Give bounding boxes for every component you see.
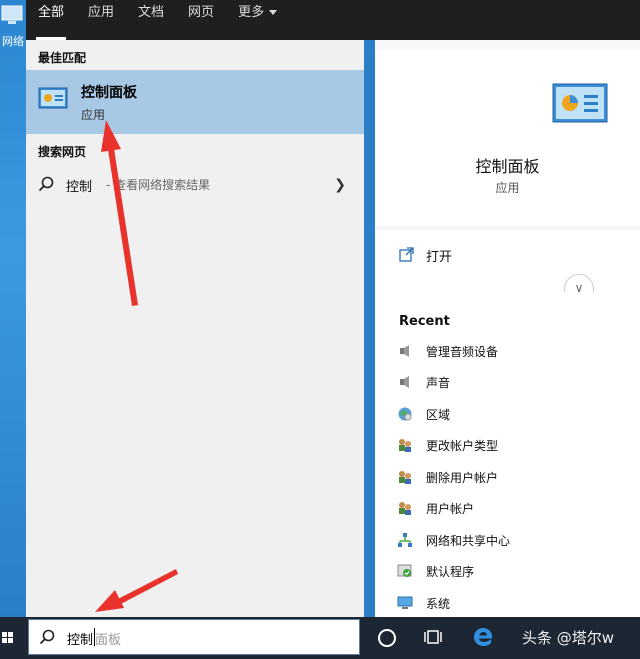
control-panel-icon	[38, 87, 68, 109]
recent-item-label: 声音	[426, 375, 451, 390]
users-icon	[399, 471, 411, 484]
recent-item-label: 区域	[426, 407, 451, 422]
tab-all[interactable]: 全部	[26, 0, 76, 40]
recent-item[interactable]: 默认程序	[397, 560, 474, 582]
watermark-text: 头条 @塔尔w	[522, 629, 615, 647]
best-match-heading: 最佳匹配	[38, 51, 87, 65]
tab-web[interactable]: 网页	[176, 0, 226, 40]
speaker-icon	[400, 345, 409, 357]
desktop-icon-label: 网络	[2, 35, 24, 48]
tab-all-label: 全部	[38, 5, 65, 20]
best-match-result[interactable]: 控制面板 应用	[26, 70, 364, 134]
network-icon	[398, 533, 412, 547]
search-icon	[38, 176, 54, 192]
search-scope-tabs: 全部 应用 文档 网页 更多	[26, 0, 640, 40]
web-search-suffix: - 查看网络搜索结果	[106, 178, 211, 192]
windows-start-icon[interactable]	[0, 617, 26, 659]
cortana-icon[interactable]	[378, 629, 396, 647]
recent-item[interactable]: 删除用户帐户	[397, 466, 498, 488]
recent-item[interactable]: 声音	[397, 371, 450, 393]
open-label: 打开	[426, 250, 453, 265]
web-search-result[interactable]: 控制 - 查看网络搜索结果 ❯	[26, 170, 364, 200]
best-match-name: 控制面板	[81, 85, 137, 101]
detail-title: 控制面板	[475, 157, 540, 176]
globe-icon	[398, 407, 412, 421]
recent-item-label: 网络和共享中心	[426, 533, 511, 548]
chevron-right-icon: ❯	[334, 177, 346, 193]
users-icon	[399, 502, 411, 515]
recent-item-label: 删除用户帐户	[426, 470, 499, 485]
tab-documents-label: 文档	[138, 5, 165, 20]
default-programs-icon	[397, 564, 412, 577]
monitor-icon	[397, 596, 413, 609]
open-icon	[399, 247, 414, 262]
results-pane: 最佳匹配 控制面板 应用 搜索网页 控制 - 查看网络搜索结果 ❯	[26, 40, 364, 617]
edge-browser-icon[interactable]	[471, 625, 495, 649]
detail-header: 控制面板 应用	[375, 50, 640, 226]
detail-subtitle: 应用	[495, 181, 520, 195]
tab-more-label: 更多	[238, 5, 265, 20]
tab-documents[interactable]: 文档	[126, 0, 176, 40]
recent-item-label: 更改帐户类型	[426, 438, 499, 453]
recent-item-label: 系统	[426, 596, 451, 611]
recent-item-label: 用户帐户	[426, 501, 475, 516]
recent-item[interactable]: 系统	[397, 592, 450, 614]
search-icon	[39, 629, 55, 645]
chevron-down-icon	[269, 10, 278, 15]
tab-web-label: 网页	[188, 5, 215, 20]
tab-more[interactable]: 更多	[226, 0, 289, 40]
control-panel-large-icon	[552, 83, 608, 123]
recent-heading: Recent	[399, 314, 450, 329]
search-typed-text: 控制	[67, 633, 94, 648]
tab-apps-label: 应用	[88, 5, 115, 20]
network-desktop-icon[interactable]	[0, 2, 24, 30]
taskbar-search-box[interactable]: 控制 面板	[28, 619, 360, 655]
recent-item[interactable]: 用户帐户	[397, 497, 474, 519]
recent-item[interactable]: 区域	[397, 403, 450, 425]
recent-item-label: 默认程序	[426, 564, 475, 579]
tab-apps[interactable]: 应用	[76, 0, 126, 40]
search-autocomplete-text: 面板	[95, 633, 122, 648]
task-view-icon[interactable]	[424, 629, 442, 645]
recent-item-label: 管理音频设备	[426, 344, 499, 359]
recent-item[interactable]: 管理音频设备	[397, 340, 498, 362]
web-search-heading: 搜索网页	[38, 145, 87, 159]
taskbar: 控制 面板 头条 @塔尔w	[0, 617, 640, 659]
users-icon	[399, 439, 411, 452]
open-action[interactable]: 打开	[375, 230, 640, 294]
best-match-type: 应用	[81, 108, 106, 122]
speaker-icon	[400, 376, 409, 388]
detail-pane: 控制面板 应用 打开 ∨ Recent 管理音频设备 声音 区域 更改帐户类型	[375, 40, 640, 619]
recent-item[interactable]: 网络和共享中心	[397, 529, 510, 551]
web-search-query: 控制	[66, 180, 93, 195]
desktop-background: 网络	[0, 0, 26, 617]
recent-section: Recent 管理音频设备 声音 区域 更改帐户类型 删除用户帐户 用户帐户 网…	[375, 292, 640, 619]
recent-item[interactable]: 更改帐户类型	[397, 434, 498, 456]
